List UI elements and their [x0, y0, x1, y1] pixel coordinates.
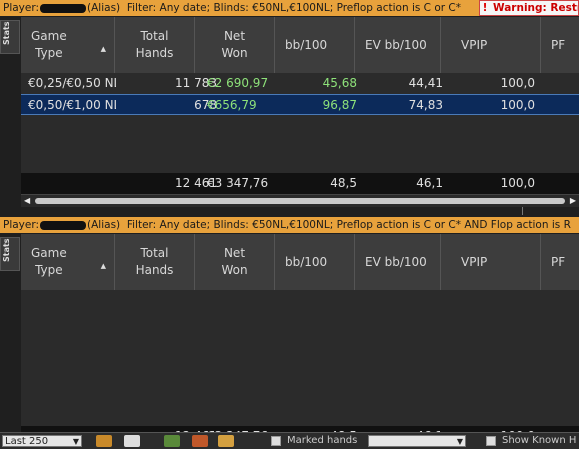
warning-text: Warning: Restr — [493, 2, 579, 14]
filter-bar: Player: (Alias) Filter: Any date; Blinds:… — [0, 0, 579, 16]
col-net-won-label: Net Won — [221, 246, 248, 277]
col-bb100[interactable]: bb/100 — [275, 17, 355, 73]
grid-rows-empty — [21, 290, 579, 426]
col-total-hands-label: Total Hands — [135, 246, 174, 277]
col-vpip-label: VPIP — [461, 37, 488, 52]
player-label: Player: — [3, 219, 40, 231]
marked-hands-label: Marked hands — [287, 435, 358, 446]
cell-total-hands: 11 783 — [175, 76, 217, 90]
sort-asc-icon: ▲ — [100, 45, 106, 53]
col-pf-label: PF — [551, 254, 566, 269]
total-hands: 12 461 — [175, 176, 217, 190]
cell-vpip: 100,0 — [500, 98, 535, 112]
col-pf[interactable]: PF — [541, 234, 579, 290]
cell-total-hands: 678 — [194, 98, 217, 112]
cell-ev-bb100: 74,83 — [408, 98, 443, 112]
sort-asc-icon: ▲ — [100, 262, 106, 270]
cell-bb100: 45,68 — [322, 76, 357, 90]
alias-label: (Alias) — [87, 2, 121, 14]
stats-panel-bottom: Player: (Alias) Filter: Any date; Blinds:… — [0, 217, 579, 447]
show-known-checkbox[interactable] — [486, 436, 496, 446]
col-ev-bb100[interactable]: EV bb/100 — [355, 234, 441, 290]
chart-icon[interactable] — [192, 435, 208, 447]
redacted-player-name — [40, 3, 87, 13]
col-net-won[interactable]: Net Won — [195, 17, 275, 73]
col-bb100-label: bb/100 — [285, 254, 328, 269]
cell-vpip: 100,0 — [500, 76, 535, 90]
totals-row: 12 461 €3 347,76 48,5 46,1 100,0 — [21, 173, 579, 194]
col-game-type-label: Game Type — [31, 29, 67, 60]
col-total-hands[interactable]: Total Hands — [115, 234, 195, 290]
cell-game-type: €0,50/€1,00 NL — [28, 98, 116, 112]
stats-tab-label: Stats — [2, 21, 11, 45]
scroll-right-icon[interactable]: ▶ — [570, 196, 576, 205]
col-game-type-label: Game Type — [31, 246, 67, 277]
total-net-won: €3 347,76 — [207, 176, 269, 190]
cell-net-won: €656,79 — [207, 98, 257, 112]
col-game-type[interactable]: Game Type ▲ — [21, 234, 115, 290]
col-vpip[interactable]: VPIP — [441, 17, 541, 73]
stats-panel-top: Player: (Alias) Filter: Any date; Blinds:… — [0, 0, 579, 215]
col-vpip[interactable]: VPIP — [441, 234, 541, 290]
col-bb100[interactable]: bb/100 — [275, 234, 355, 290]
scroll-left-icon[interactable]: ◀ — [24, 196, 30, 205]
warning-banner[interactable]: ! Warning: Restr — [479, 0, 579, 16]
show-known-label: Show Known H — [502, 435, 577, 446]
col-ev-bb100-label: EV bb/100 — [365, 254, 427, 269]
col-pf-label: PF — [551, 37, 566, 52]
col-net-won-label: Net Won — [221, 29, 248, 60]
replay-icon[interactable] — [96, 435, 112, 447]
range-select-value: Last 250 — [5, 436, 49, 447]
bottom-toolbar: Last 250 ▼ Marked hands ▼ Show Known H — [0, 432, 579, 449]
col-pf[interactable]: PF — [541, 17, 579, 73]
marked-hands-checkbox[interactable] — [271, 436, 281, 446]
redacted-player-name — [40, 220, 87, 230]
splitter-mark — [522, 207, 523, 215]
report-icon[interactable] — [218, 435, 234, 447]
marked-hands-select[interactable]: ▼ — [368, 435, 466, 447]
total-ev-bb100: 46,1 — [416, 176, 443, 190]
col-total-hands[interactable]: Total Hands — [115, 17, 195, 73]
filter-text: Filter: Any date; Blinds: €50NL,€100NL; … — [126, 2, 462, 14]
cell-ev-bb100: 44,41 — [408, 76, 443, 90]
col-bb100-label: bb/100 — [285, 37, 328, 52]
grid-header: Game Type ▲ Total Hands Net Won bb/100 E… — [21, 17, 579, 73]
stats-tab[interactable]: Stats — [0, 237, 20, 271]
stats-tab-label: Stats — [2, 238, 11, 262]
table-row-selected[interactable]: €0,50/€1,00 NL 678 €656,79 96,87 74,83 1… — [21, 94, 579, 115]
total-bb100: 48,5 — [330, 176, 357, 190]
scroll-thumb[interactable] — [35, 198, 565, 204]
col-vpip-label: VPIP — [461, 254, 488, 269]
grid-icon[interactable] — [164, 435, 180, 447]
grid-header: Game Type ▲ Total Hands Net Won bb/100 E… — [21, 234, 579, 290]
filter-bar: Player: (Alias) Filter: Any date; Blinds:… — [0, 217, 579, 233]
table-row[interactable]: €0,25/€0,50 NL 11 783 €2 690,97 45,68 44… — [21, 73, 579, 94]
col-ev-bb100-label: EV bb/100 — [365, 37, 427, 52]
filter-text: Filter: Any date; Blinds: €50NL,€100NL; … — [126, 219, 571, 231]
range-select[interactable]: Last 250 ▼ — [2, 435, 82, 447]
col-total-hands-label: Total Hands — [135, 29, 174, 60]
col-ev-bb100[interactable]: EV bb/100 — [355, 17, 441, 73]
col-game-type[interactable]: Game Type ▲ — [21, 17, 115, 73]
stats-tab[interactable]: Stats — [0, 20, 20, 54]
col-net-won[interactable]: Net Won — [195, 234, 275, 290]
cards-icon[interactable] — [124, 435, 140, 447]
horizontal-scrollbar[interactable]: ◀ ▶ — [21, 194, 579, 207]
cell-net-won: €2 690,97 — [207, 76, 269, 90]
warning-icon: ! — [482, 2, 488, 14]
total-vpip: 100,0 — [500, 176, 535, 190]
grid-rows: €0,25/€0,50 NL 11 783 €2 690,97 45,68 44… — [21, 73, 579, 173]
chevron-down-icon: ▼ — [72, 437, 79, 446]
cell-game-type: €0,25/€0,50 NL — [28, 76, 116, 90]
chevron-down-icon: ▼ — [456, 437, 463, 446]
player-label: Player: — [3, 2, 40, 14]
alias-label: (Alias) — [87, 219, 121, 231]
cell-bb100: 96,87 — [322, 98, 357, 112]
